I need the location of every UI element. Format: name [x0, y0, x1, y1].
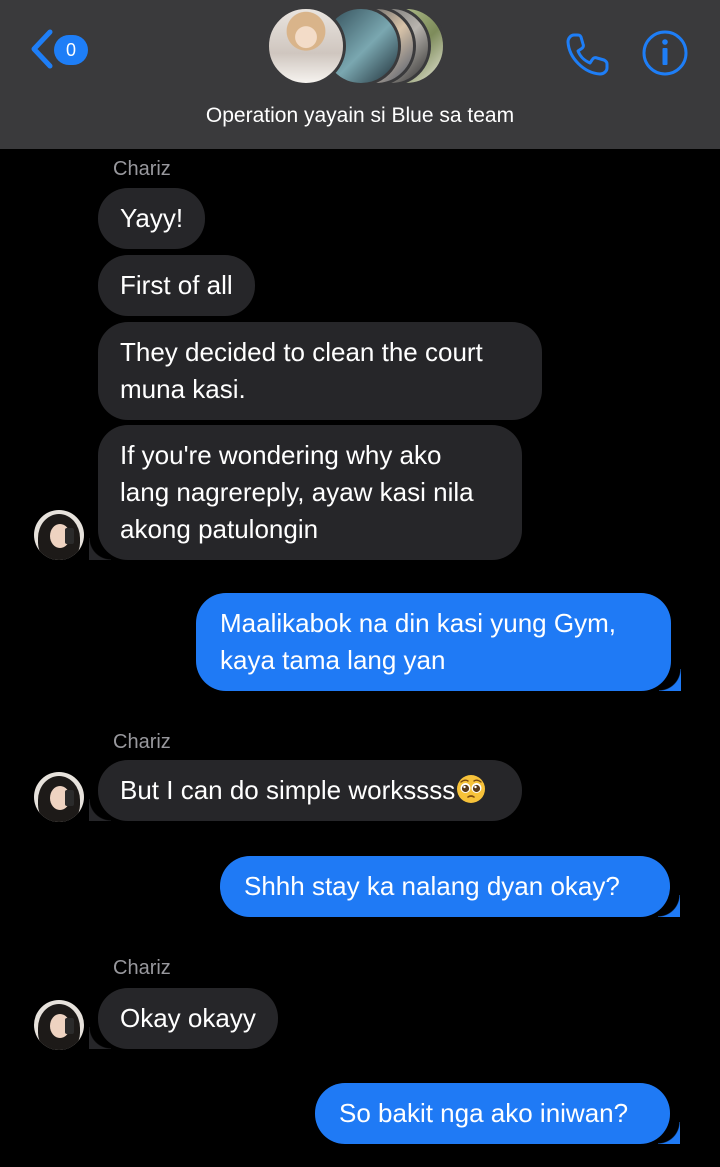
- message-text: akong patulongin: [120, 514, 319, 544]
- chat-header: 0 Operation yayain si Blue sa team: [0, 0, 720, 149]
- received-message-bubble[interactable]: They decided to clean the court muna kas…: [98, 322, 542, 420]
- sent-message-bubble[interactable]: Shhh stay ka nalang dyan okay?: [220, 856, 680, 917]
- received-message-bubble[interactable]: But I can do simple workssss: [89, 760, 522, 821]
- received-message-bubble[interactable]: First of all: [98, 255, 255, 316]
- message-text: muna kasi.: [120, 374, 246, 404]
- group-avatar-stack[interactable]: [266, 6, 456, 86]
- sender-name: Chariz: [113, 731, 171, 753]
- message-text: Okay okayy: [120, 1003, 256, 1033]
- sender-avatar[interactable]: [34, 772, 84, 822]
- received-message-bubble[interactable]: If you're wondering why ako lang nagrere…: [89, 425, 522, 560]
- received-message-bubble[interactable]: Yayy!: [98, 188, 206, 249]
- sender-avatar[interactable]: [34, 510, 84, 560]
- sent-message-bubble[interactable]: So bakit nga ako iniwan?: [315, 1083, 680, 1144]
- member-avatar: [266, 6, 346, 86]
- message-text-content: But I can do simple workssss: [120, 775, 456, 805]
- info-icon[interactable]: [640, 28, 690, 78]
- message-text: So bakit nga ako iniwan?: [339, 1098, 629, 1128]
- pleading-face-emoji: [457, 775, 486, 803]
- message-text: They decided to clean the court: [120, 337, 483, 367]
- sender-avatar[interactable]: [34, 1000, 84, 1050]
- message-text: But I can do simple workssss: [120, 772, 500, 809]
- sender-name: Chariz: [113, 957, 171, 979]
- avatar-phone: [65, 790, 74, 806]
- phone-icon[interactable]: [562, 30, 612, 80]
- message-text: If you're wondering why ako: [120, 440, 442, 470]
- message-text: kaya tama lang yan: [220, 645, 446, 675]
- back-button[interactable]: 0: [28, 28, 92, 70]
- message-text: Maalikabok na din kasi yung Gym,: [220, 608, 616, 638]
- unread-count-badge: 0: [54, 35, 88, 65]
- sent-message-bubble[interactable]: Maalikabok na din kasi yung Gym, kaya ta…: [196, 593, 681, 691]
- message-text: First of all: [120, 270, 233, 300]
- message-text: Shhh stay ka nalang dyan okay?: [244, 871, 620, 901]
- message-text: Yayy!: [120, 203, 184, 233]
- message-text: lang nagrereply, ayaw kasi nila: [120, 477, 474, 507]
- back-chevron-icon: [31, 29, 53, 69]
- sender-name: Chariz: [113, 158, 171, 180]
- avatar-phone: [65, 528, 74, 544]
- avatar-phone: [65, 1018, 74, 1034]
- chat-title: Operation yayain si Blue sa team: [205, 104, 515, 127]
- received-message-bubble[interactable]: Okay okayy: [89, 988, 278, 1049]
